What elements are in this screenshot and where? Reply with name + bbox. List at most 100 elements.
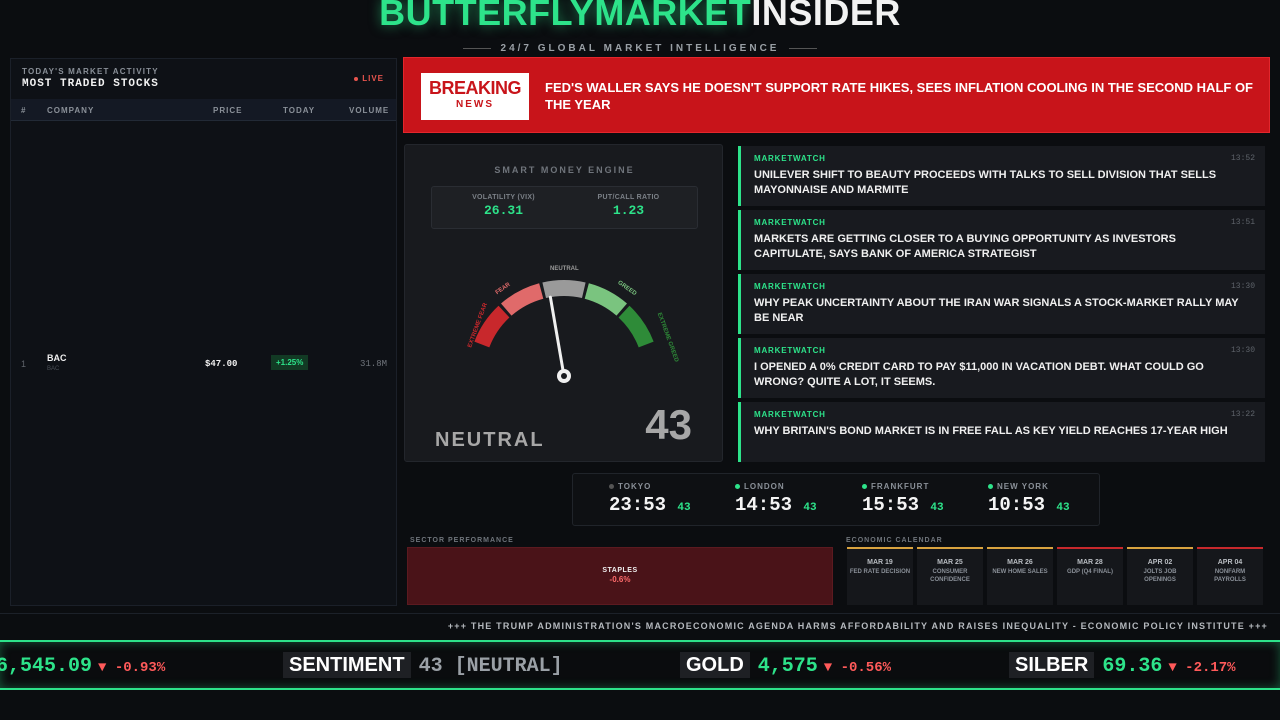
- news-time: 13:22: [1230, 410, 1255, 419]
- news-time: 13:30: [1230, 346, 1255, 355]
- live-badge: LIVE: [354, 74, 384, 83]
- calendar-item[interactable]: APR 02 JOLTS JOB OPENINGS: [1127, 547, 1193, 605]
- ticker-index-value: 6,545.09: [0, 655, 93, 678]
- breaking-badge-line1: BREAKING: [428, 78, 522, 98]
- live-dot-icon: [354, 76, 359, 81]
- calendar-date: MAR 19: [867, 559, 893, 566]
- smart-money-engine: SMART MONEY ENGINE VOLATILITY (VIX) 26.3…: [404, 144, 723, 462]
- col-price: PRICE: [213, 106, 243, 115]
- clock-new-york: NEW YORK 10:53 43: [988, 482, 1098, 516]
- ticker-gold-label: GOLD: [680, 652, 750, 678]
- news-item[interactable]: MARKETWATCH 13:30 I OPENED A 0% CREDIT C…: [738, 338, 1265, 398]
- market-closed-dot-icon: [609, 484, 614, 490]
- panel-subtitle: TODAY'S MARKET ACTIVITY: [22, 67, 159, 76]
- gauge-label-fear: FEAR: [495, 281, 512, 296]
- gauge-segment-greed: [584, 283, 627, 316]
- news-item[interactable]: MARKETWATCH 13:51 MARKETS ARE GETTING CL…: [738, 210, 1265, 270]
- ticker-index: 6,545.09 ▼ -0.93%: [0, 654, 165, 678]
- calendar-event: FED RATE DECISION: [849, 569, 911, 575]
- calendar-item[interactable]: MAR 26 NEW HOME SALES: [987, 547, 1053, 605]
- gauge-segment-fear: [501, 283, 544, 316]
- news-item[interactable]: MARKETWATCH 13:30 WHY PEAK UNCERTAINTY A…: [738, 274, 1265, 334]
- calendar-date: MAR 25: [937, 559, 963, 566]
- row-today: +1.25%: [271, 355, 309, 370]
- clock-time: 23:53: [609, 494, 667, 516]
- table-row[interactable]: 1 BAC BAC $47.00 +1.25% 31.8M: [11, 349, 396, 379]
- calendar-item[interactable]: MAR 25 CONSUMER CONFIDENCE: [917, 547, 983, 605]
- sector-change: -0.6%: [609, 575, 631, 584]
- putcall-value: 1.23: [612, 203, 645, 218]
- news-ticker-text: +++ THE TRUMP ADMINISTRATION'S MACROECON…: [447, 621, 1268, 631]
- calendar-date: MAR 28: [1077, 559, 1103, 566]
- clock-city: LONDON: [744, 482, 785, 491]
- gauge-label-greed: GREED: [616, 280, 637, 298]
- gauge-needle: [548, 295, 566, 378]
- price-ticker: 6,545.09 ▼ -0.93% SENTIMENT 43 [NEUTRAL] G…: [0, 640, 1280, 690]
- ticker-index-change: ▼ -0.93%: [98, 660, 166, 676]
- engine-metrics: VOLATILITY (VIX) 26.31 PUT/CALL RATIO 1.…: [431, 186, 698, 229]
- news-source: MARKETWATCH: [754, 346, 826, 355]
- breaking-news-banner[interactable]: BREAKING NEWS FED'S WALLER SAYS HE DOESN…: [403, 57, 1270, 133]
- news-time: 13:51: [1230, 218, 1255, 227]
- gauge-segment-extreme-fear: [474, 305, 510, 348]
- sector-name: STAPLES: [602, 567, 638, 574]
- col-volume: VOLUME: [349, 106, 390, 115]
- clock-seconds: 43: [1056, 502, 1070, 514]
- calendar-item[interactable]: MAR 19 FED RATE DECISION: [847, 547, 913, 605]
- clock-time: 14:53: [735, 494, 793, 516]
- ticker-gold-value: 4,575: [757, 655, 818, 678]
- news-headline: WHY BRITAIN'S BOND MARKET IS IN FREE FAL…: [754, 425, 1228, 437]
- col-company: COMPANY: [47, 106, 95, 115]
- market-open-dot-icon: [735, 484, 740, 490]
- breaking-badge: BREAKING NEWS: [421, 73, 529, 120]
- clock-time: 15:53: [862, 494, 920, 516]
- header: BUTTERFLYMARKETINSIDER 24/7 GLOBAL MARKE…: [0, 0, 1280, 56]
- news-time: 13:30: [1230, 282, 1255, 291]
- news-headline: MARKETS ARE GETTING CLOSER TO A BUYING O…: [754, 233, 1176, 260]
- sector-tile-staples[interactable]: STAPLES -0.6%: [407, 547, 833, 605]
- brand-logo: BUTTERFLYMARKETINSIDER: [0, 0, 1280, 34]
- news-source: MARKETWATCH: [754, 218, 826, 227]
- calendar-label: ECONOMIC CALENDAR: [846, 537, 943, 544]
- news-source: MARKETWATCH: [754, 410, 826, 419]
- col-today: TODAY: [283, 106, 316, 115]
- clock-seconds: 43: [803, 502, 817, 514]
- breaking-headline: FED'S WALLER SAYS HE DOESN'T SUPPORT RAT…: [545, 80, 1253, 112]
- ticker-silber-change: ▼ -2.17%: [1168, 660, 1236, 676]
- vix-value: 26.31: [483, 203, 523, 218]
- calendar-event: NEW HOME SALES: [992, 569, 1048, 575]
- ticker-gold: GOLD 4,575 ▼ -0.56%: [680, 652, 891, 678]
- live-label: LIVE: [362, 74, 384, 83]
- calendar-event: GDP (Q4 FINAL): [1067, 569, 1113, 575]
- news-item[interactable]: MARKETWATCH 13:52 UNILEVER SHIFT TO BEAU…: [738, 146, 1265, 206]
- row-ticker: BAC: [47, 353, 67, 363]
- sentiment-gauge: EXTREME FEAR FEAR NEUTRAL GREED EXTREME …: [467, 266, 680, 383]
- clock-london: LONDON 14:53 43: [735, 482, 845, 516]
- ticker-silber-label: SILBER: [1009, 652, 1095, 678]
- calendar-event: CONSUMER CONFIDENCE: [930, 569, 970, 583]
- vix-metric: VOLATILITY (VIX) 26.31: [437, 194, 570, 218]
- clock-city: NEW YORK: [997, 482, 1049, 491]
- putcall-label: PUT/CALL RATIO: [597, 194, 660, 201]
- clock-seconds: 43: [930, 502, 944, 514]
- row-volume: 31.8M: [360, 359, 388, 369]
- calendar-date: APR 02: [1147, 559, 1173, 566]
- ticker-sentiment: SENTIMENT 43 [NEUTRAL]: [283, 652, 563, 678]
- clock-seconds: 43: [677, 502, 691, 514]
- calendar-event: NONFARM PAYROLLS: [1214, 569, 1246, 583]
- brand-part-1: BUTTERFLYMARKET: [379, 0, 752, 33]
- news-item[interactable]: MARKETWATCH 13:22 WHY BRITAIN'S BOND MAR…: [738, 402, 1265, 462]
- news-headline: I OPENED A 0% CREDIT CARD TO PAY $11,000…: [754, 361, 1204, 388]
- engine-title: SMART MONEY ENGINE: [494, 165, 635, 175]
- calendar-item[interactable]: MAR 28 GDP (Q4 FINAL): [1057, 547, 1123, 605]
- clock-city: FRANKFURT: [871, 482, 930, 491]
- clock-time: 10:53: [988, 494, 1046, 516]
- gauge-label-extreme-greed: EXTREME GREED: [656, 312, 680, 364]
- clock-frankfurt: FRANKFURT 15:53 43: [862, 482, 972, 516]
- clock-tokyo: TOKYO 23:53 43: [609, 482, 719, 516]
- tagline: 24/7 GLOBAL MARKET INTELLIGENCE: [0, 43, 1280, 54]
- calendar-item[interactable]: APR 04 NONFARM PAYROLLS: [1197, 547, 1263, 605]
- sector-label: SECTOR PERFORMANCE: [410, 537, 514, 544]
- calendar-event: JOLTS JOB OPENINGS: [1143, 569, 1177, 583]
- news-source: MARKETWATCH: [754, 154, 826, 163]
